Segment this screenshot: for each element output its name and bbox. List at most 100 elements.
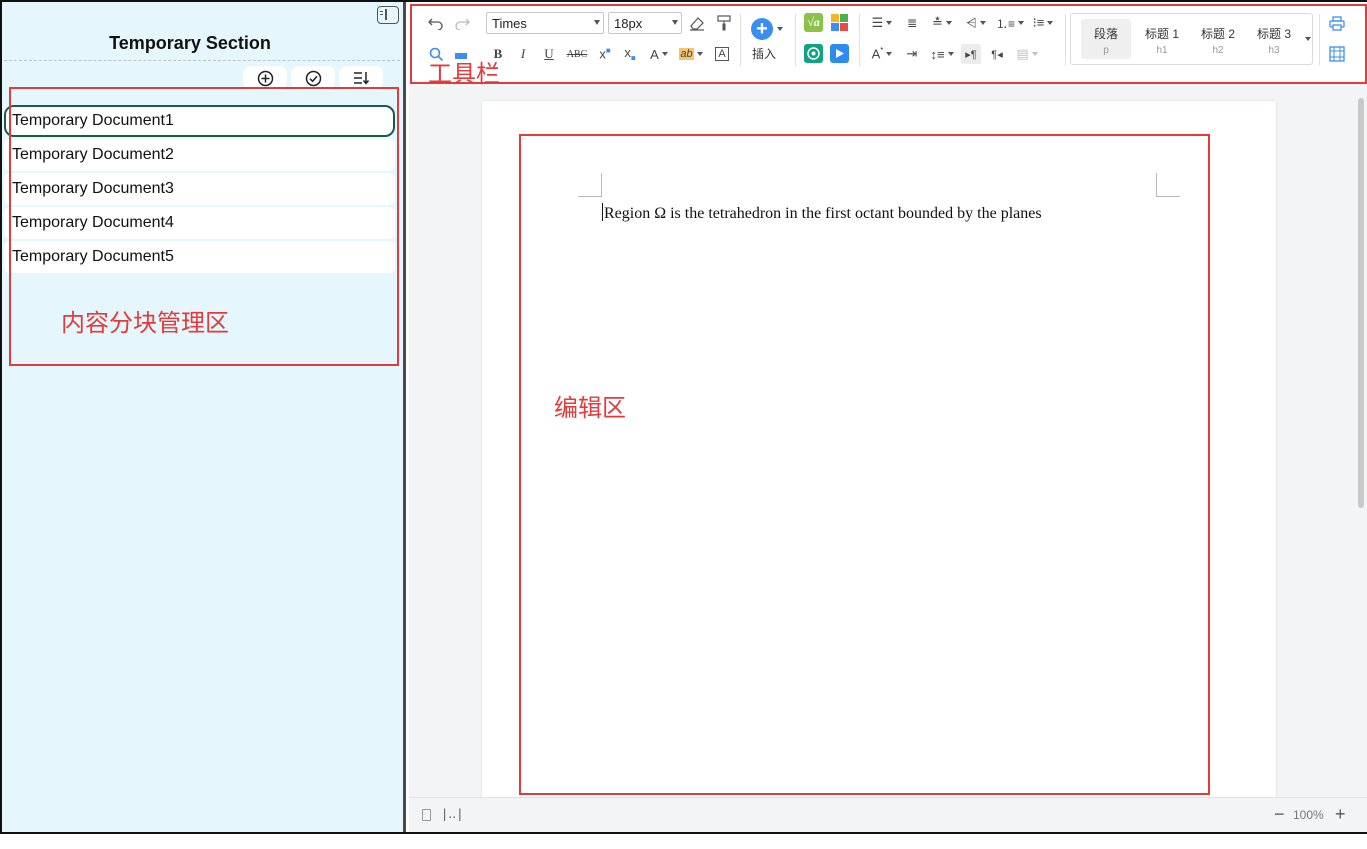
style-heading-3[interactable]: 标题 3 h3	[1249, 19, 1299, 59]
bullet-list-icon: ⁝≡	[1032, 15, 1045, 30]
line-indent-button[interactable]: ≣	[903, 13, 921, 33]
undo-icon	[428, 18, 443, 30]
sidebar-toggle-icon[interactable]	[377, 6, 399, 24]
text-border-icon: A	[715, 47, 729, 61]
vertical-align-button[interactable]: ⩤	[961, 13, 991, 33]
add-document-button[interactable]	[243, 66, 287, 90]
print-icon	[1329, 15, 1345, 31]
editor-content[interactable]: Region Ω is the tetrahedron in the first…	[602, 203, 1042, 223]
redo-button[interactable]	[452, 13, 472, 33]
zoom-in-button[interactable]: +	[1335, 804, 1346, 825]
eraser-icon	[690, 16, 704, 31]
ltr-direction-button[interactable]: ▸¶	[961, 44, 981, 64]
zoom-out-button[interactable]: −	[1274, 804, 1285, 825]
scrollbar-thumb[interactable]	[1358, 98, 1364, 508]
paragraph-styles-panel: 段落 p 标题 1 h1 标题 2 h2 标题 3 h3	[1070, 13, 1313, 65]
toolbar-separator	[1065, 14, 1066, 66]
font-color-icon: A	[650, 46, 659, 62]
toolbar-annotation-label: 工具栏	[428, 60, 500, 88]
format-painter-button[interactable]	[714, 13, 734, 33]
sidebar-title: Temporary Section	[109, 33, 271, 53]
vertical-align-icon: ⩤	[966, 15, 977, 30]
ordered-list-button[interactable]: ⒈≡	[996, 13, 1025, 33]
subscript-button[interactable]: x■	[620, 44, 640, 64]
page-layout-button[interactable]	[1327, 44, 1347, 64]
window-bottom-edge	[0, 832, 1367, 849]
page-icon[interactable]	[422, 809, 431, 821]
undo-button[interactable]	[426, 13, 446, 33]
insert-plus-icon[interactable]: +	[751, 18, 773, 40]
formula-icon[interactable]: √a	[804, 13, 823, 32]
editor-scrollbar[interactable]	[1354, 84, 1367, 797]
text-cursor	[602, 203, 603, 221]
paragraph-spacing-icon: ≛	[932, 15, 943, 30]
line-height-icon: ↕≡	[930, 46, 945, 62]
indent-icon: ⇥	[906, 46, 918, 61]
superscript-button[interactable]: x■	[595, 44, 615, 64]
style-heading-2[interactable]: 标题 2 h2	[1193, 19, 1243, 59]
ai-assistant-icon[interactable]	[804, 44, 823, 63]
text-border-button[interactable]: A	[713, 44, 731, 64]
clear-format-button[interactable]	[687, 13, 707, 33]
align-justify-icon: ☰	[871, 15, 884, 30]
font-family-value: Times	[492, 15, 527, 31]
font-scale-button[interactable]: A*	[869, 44, 895, 64]
style-heading-1[interactable]: 标题 1 h1	[1137, 19, 1187, 59]
play-video-icon[interactable]	[830, 44, 849, 63]
font-size-select[interactable]: 18px	[608, 12, 682, 34]
rtl-icon: ¶◂	[991, 48, 1003, 61]
border-style-button[interactable]: ▤	[1013, 44, 1041, 64]
align-button[interactable]: ☰	[869, 13, 895, 33]
document-list: Temporary Document1 Temporary Document2 …	[4, 105, 395, 275]
superscript-icon: x■	[599, 46, 611, 62]
indent-button[interactable]: ⇥	[903, 44, 921, 64]
font-size-value: 18px	[614, 15, 643, 31]
unordered-list-button[interactable]: ⁝≡	[1029, 13, 1057, 33]
sidebar-annotation-label: 内容分块管理区	[61, 309, 229, 337]
toolbar-separator	[740, 14, 741, 66]
editor-paragraph: Region Ω is the tetrahedron in the first…	[604, 205, 1042, 222]
apps-grid-icon[interactable]	[830, 13, 849, 32]
indent-text-icon: ≣	[906, 16, 918, 30]
styles-dropdown-caret[interactable]	[1302, 29, 1314, 49]
toolbar-separator	[859, 14, 860, 66]
document-item-5[interactable]: Temporary Document5	[4, 241, 395, 273]
paragraph-spacing-button[interactable]: ≛	[927, 13, 957, 33]
status-bar: |‥| − 100% +	[409, 797, 1367, 832]
line-height-button[interactable]: ↕≡	[927, 44, 957, 64]
underline-icon: U	[544, 46, 554, 61]
plus-circle-icon	[257, 70, 273, 86]
highlight-color-button[interactable]: ab	[677, 44, 705, 64]
ordered-list-icon: ⒈≡	[996, 16, 1016, 31]
document-item-3[interactable]: Temporary Document3	[4, 173, 395, 205]
sort-documents-button[interactable]	[339, 66, 383, 90]
font-scale-icon: A*	[871, 46, 884, 62]
zoom-level: 100%	[1293, 808, 1324, 822]
page-margin-corner-top-left	[578, 173, 602, 197]
check-circle-icon	[305, 70, 321, 86]
select-documents-button[interactable]	[291, 66, 335, 90]
document-item-1[interactable]: Temporary Document1	[4, 105, 395, 137]
toolbar: Times 18px B I U ABC x■ x■ A ab A + 插入 √…	[409, 2, 1367, 84]
font-family-select[interactable]: Times	[486, 12, 604, 34]
print-button[interactable]	[1327, 13, 1347, 33]
strikethrough-button[interactable]: ABC	[566, 44, 588, 64]
italic-button[interactable]: I	[514, 44, 532, 64]
insert-dropdown-caret[interactable]	[775, 19, 785, 39]
insert-label[interactable]: 插入	[752, 45, 776, 62]
rtl-direction-button[interactable]: ¶◂	[987, 44, 1007, 64]
sidebar-divider[interactable]	[403, 2, 406, 832]
highlighter-icon: ab	[679, 48, 694, 60]
document-item-2[interactable]: Temporary Document2	[4, 139, 395, 171]
style-paragraph[interactable]: 段落 p	[1081, 19, 1131, 59]
page-layout-icon	[1329, 46, 1345, 62]
cursor-position-icon: |‥|	[441, 807, 464, 821]
font-color-button[interactable]: A	[647, 44, 671, 64]
subscript-icon: x■	[624, 45, 636, 63]
document-item-4[interactable]: Temporary Document4	[4, 207, 395, 239]
redo-icon	[455, 18, 470, 30]
underline-button[interactable]: U	[540, 44, 558, 64]
italic-icon: I	[520, 46, 526, 61]
toolbar-separator	[1319, 14, 1320, 66]
sidebar-separator	[4, 60, 400, 61]
